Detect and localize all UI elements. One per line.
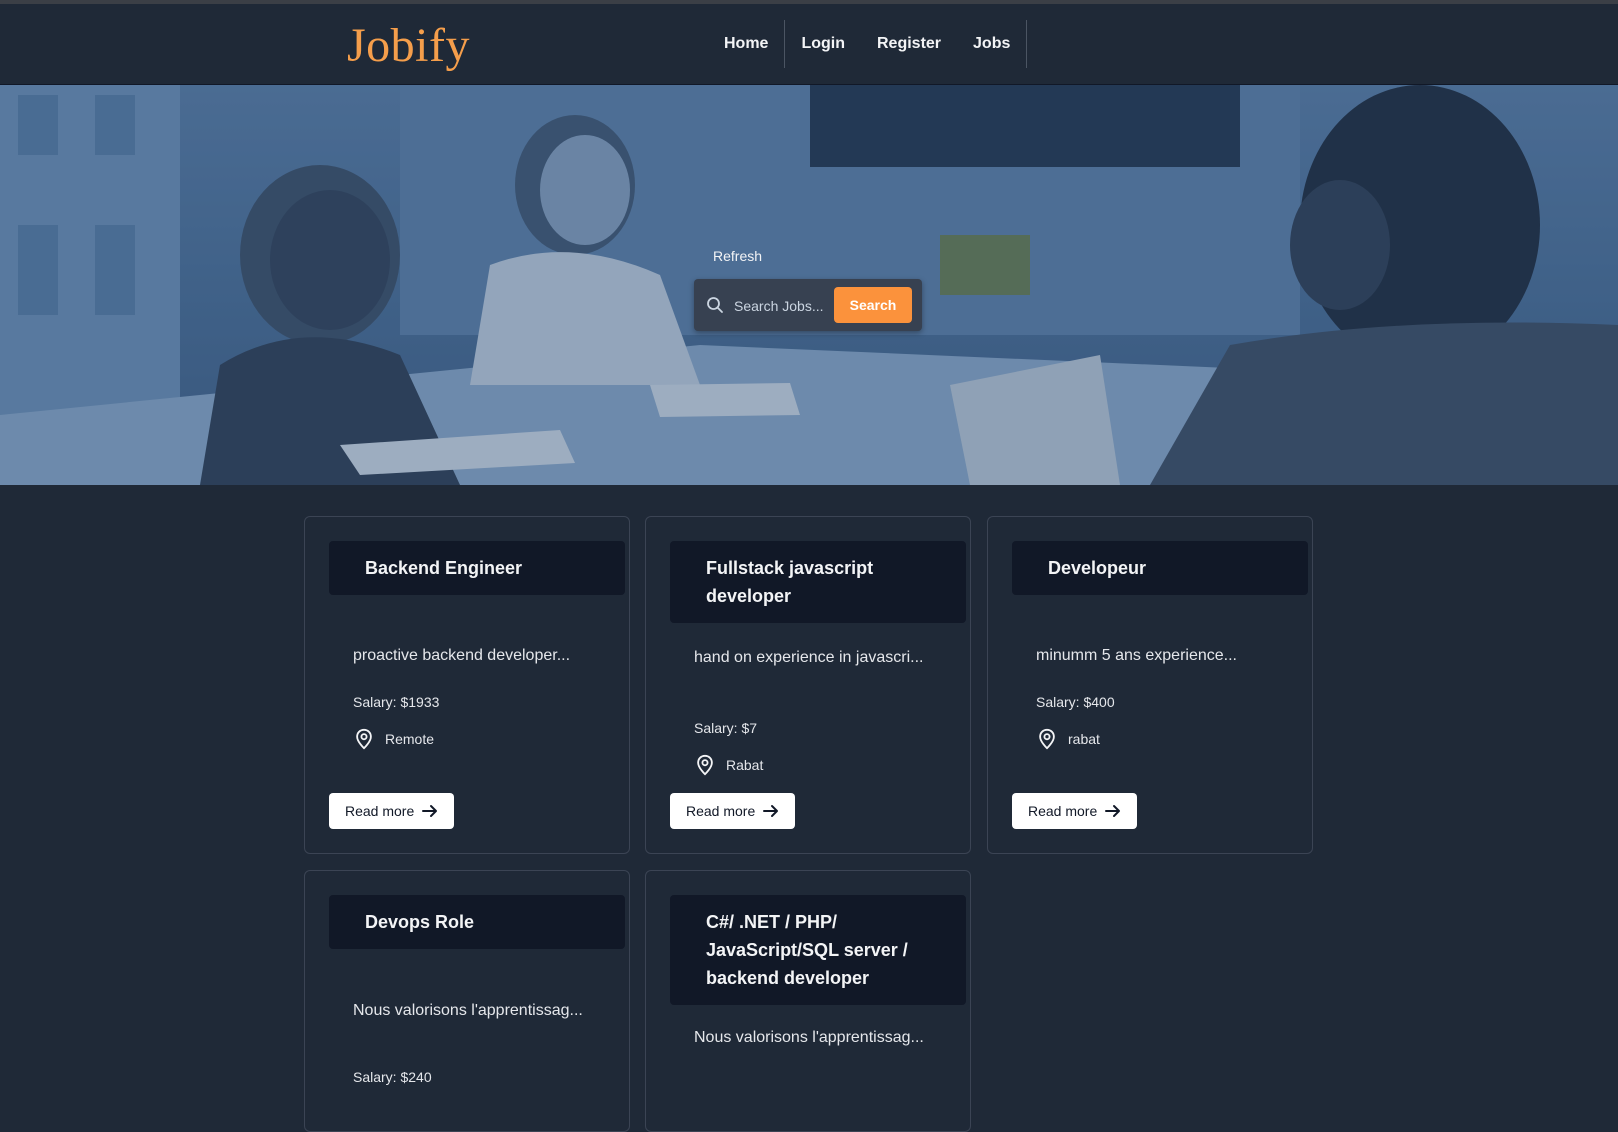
nav-home-link[interactable]: Home (708, 20, 784, 68)
read-more-button[interactable]: Read more (329, 793, 455, 829)
job-location-text: rabat (1068, 731, 1100, 747)
read-more-button[interactable]: Read more (670, 793, 796, 829)
search-icon (707, 297, 723, 313)
search-input[interactable] (732, 293, 836, 319)
nav-register-link[interactable]: Register (861, 20, 957, 68)
job-location: rabat (1036, 727, 1100, 751)
read-more-label: Read more (345, 803, 415, 819)
job-card: Fullstack javascript developer hand on e… (645, 516, 971, 854)
arrow-right-icon (763, 805, 779, 817)
job-description: hand on experience in javascri... (694, 649, 924, 666)
job-description: Nous valorisons l'apprentissag... (694, 1029, 924, 1046)
job-title[interactable]: Devops Role (329, 895, 625, 949)
main-nav: Home Login Register Jobs (708, 20, 1028, 68)
brand-logo[interactable]: Jobify (347, 18, 470, 73)
job-salary: Salary: $1933 (353, 694, 440, 710)
job-location-text: Rabat (726, 757, 764, 773)
job-title[interactable]: Fullstack javascript developer (670, 541, 966, 623)
job-location-text: Remote (385, 731, 435, 747)
job-description: proactive backend developer... (353, 647, 571, 664)
job-card: Developeur minumm 5 ans experience... Sa… (987, 516, 1313, 854)
job-salary: Salary: $240 (353, 1069, 432, 1085)
hero-banner: Refresh Search (0, 85, 1618, 485)
job-card: Backend Engineer proactive backend devel… (304, 516, 630, 854)
job-card: C#/ .NET / PHP/ JavaScript/SQL server / … (645, 870, 971, 1132)
nav-login-link[interactable]: Login (785, 20, 861, 68)
navbar: Jobify Home Login Register Jobs (0, 4, 1618, 85)
read-more-label: Read more (1028, 803, 1098, 819)
job-title[interactable]: Developeur (1012, 541, 1308, 595)
job-salary: Salary: $400 (1036, 694, 1115, 710)
read-more-button[interactable]: Read more (1012, 793, 1138, 829)
job-location: Remote (353, 727, 434, 751)
job-description: minumm 5 ans experience... (1036, 647, 1237, 664)
nav-jobs-link[interactable]: Jobs (957, 20, 1026, 68)
arrow-right-icon (1105, 805, 1121, 817)
nav-divider (1026, 20, 1028, 68)
location-pin-icon (356, 728, 372, 750)
search-button[interactable]: Search (834, 287, 912, 323)
job-title[interactable]: C#/ .NET / PHP/ JavaScript/SQL server / … (670, 895, 966, 1005)
location-pin-icon (1039, 728, 1055, 750)
location-pin-icon (697, 754, 713, 776)
job-card: Devops Role Nous valorisons l'apprentiss… (304, 870, 630, 1132)
refresh-link[interactable]: Refresh (713, 248, 762, 264)
search-bar: Search (694, 279, 922, 331)
job-salary: Salary: $7 (694, 720, 758, 736)
arrow-right-icon (422, 805, 438, 817)
job-title[interactable]: Backend Engineer (329, 541, 625, 595)
job-description: Nous valorisons l'apprentissag... (353, 1002, 583, 1019)
read-more-label: Read more (686, 803, 756, 819)
job-location: Rabat (694, 753, 763, 777)
